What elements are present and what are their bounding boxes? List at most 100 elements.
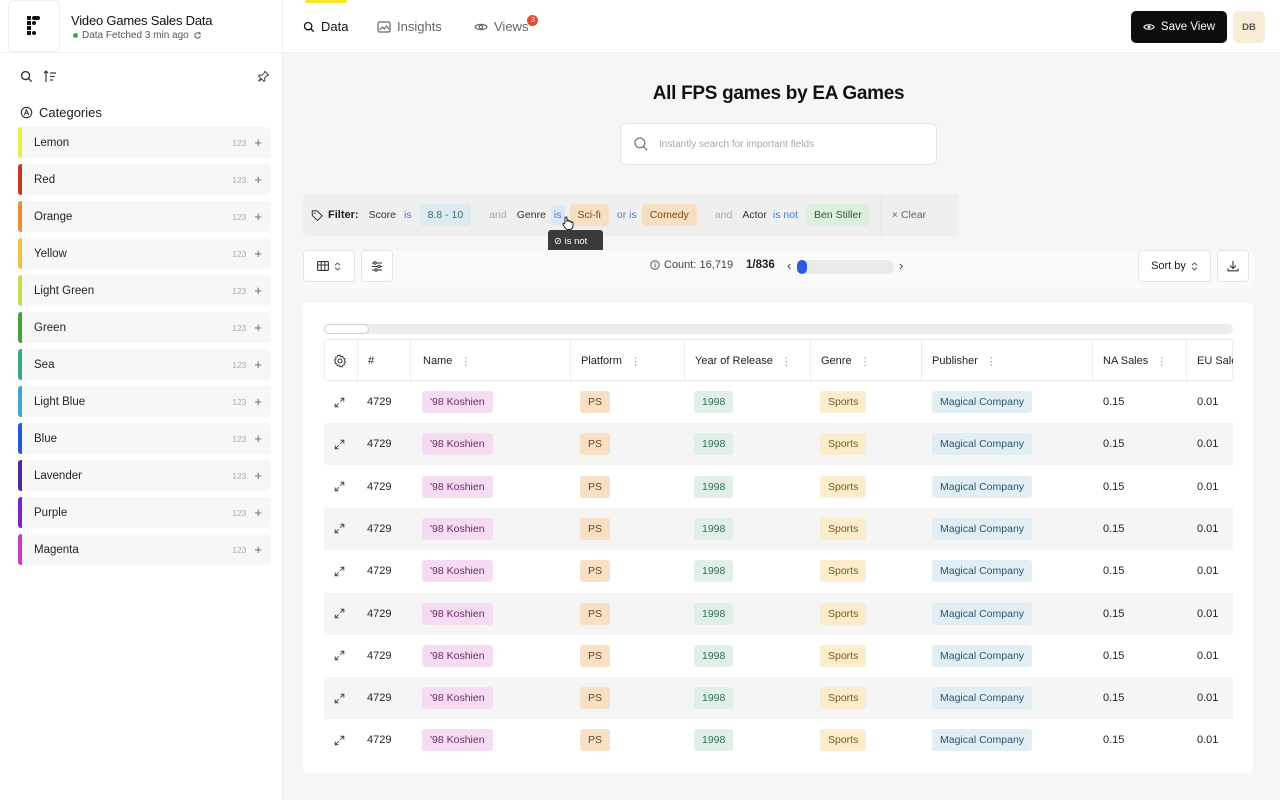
- kebab-menu-icon[interactable]: ⋮: [781, 355, 792, 368]
- expand-row-button[interactable]: [334, 508, 345, 550]
- filter-field-genre[interactable]: Genre: [517, 209, 546, 221]
- save-view-button[interactable]: Save View: [1131, 11, 1227, 43]
- column-header-genre[interactable]: Genre ⋮: [811, 340, 922, 382]
- category-item[interactable]: Orange 123 +: [18, 201, 271, 232]
- clear-filters-button[interactable]: × Clear: [880, 194, 936, 236]
- table-cell: Sports: [820, 508, 867, 550]
- filter-value-chip[interactable]: 8.8 - 10: [419, 204, 472, 226]
- plus-icon[interactable]: +: [254, 469, 262, 482]
- expand-row-button[interactable]: [334, 466, 345, 508]
- column-header-publisher[interactable]: Publisher ⋮: [922, 340, 1093, 382]
- plus-icon[interactable]: +: [254, 173, 262, 186]
- operator-option-is-not[interactable]: ⊘ is not: [554, 234, 597, 250]
- column-header-year[interactable]: Year of Release ⋮: [685, 340, 811, 382]
- column-header-name[interactable]: Name ⋮: [411, 340, 571, 382]
- pin-button[interactable]: [257, 70, 270, 86]
- plus-icon[interactable]: +: [254, 284, 262, 297]
- category-item[interactable]: Light Blue 123 +: [18, 386, 271, 417]
- column-header-id[interactable]: #: [358, 340, 411, 382]
- chevron-right-icon[interactable]: ›: [899, 258, 903, 273]
- kebab-menu-icon[interactable]: ⋮: [460, 355, 471, 368]
- plus-icon[interactable]: +: [254, 432, 262, 445]
- table-settings-button[interactable]: [325, 340, 358, 382]
- tab-views[interactable]: Views 3: [474, 15, 539, 34]
- na-sales: 0.15: [1103, 480, 1125, 493]
- category-item[interactable]: Red 123 +: [18, 164, 271, 195]
- tab-data[interactable]: Data: [303, 19, 348, 34]
- filter-operator[interactable]: is not: [773, 209, 798, 221]
- category-item[interactable]: Yellow 123 +: [18, 238, 271, 269]
- refresh-icon[interactable]: [193, 31, 202, 40]
- filter-field-actor[interactable]: Actor: [742, 209, 767, 221]
- expand-row-button[interactable]: [334, 677, 345, 719]
- category-item[interactable]: Lemon 123 +: [18, 127, 271, 158]
- search-input[interactable]: [659, 138, 919, 150]
- plus-icon[interactable]: +: [254, 506, 262, 519]
- filter-operator[interactable]: is: [404, 209, 412, 221]
- category-item[interactable]: Purple 123 +: [18, 497, 271, 528]
- kebab-menu-icon[interactable]: ⋮: [986, 355, 997, 368]
- filter-field-score[interactable]: Score: [369, 209, 396, 221]
- column-header-eu-sales[interactable]: EU Sales: [1187, 340, 1233, 382]
- column-header-na-sales[interactable]: NA Sales ⋮: [1093, 340, 1187, 382]
- view-mode-select[interactable]: [303, 250, 355, 282]
- kebab-menu-icon[interactable]: ⋮: [630, 355, 641, 368]
- kebab-menu-icon[interactable]: ⋮: [1156, 355, 1167, 368]
- category-item[interactable]: Blue 123 +: [18, 423, 271, 454]
- filter-conjunction[interactable]: and: [715, 209, 733, 221]
- publisher-chip: Magical Company: [932, 729, 1033, 752]
- category-item[interactable]: Light Green 123 +: [18, 275, 271, 306]
- search-box[interactable]: [620, 123, 937, 165]
- plus-icon[interactable]: +: [254, 395, 262, 408]
- sort-by-select[interactable]: Sort by: [1138, 250, 1211, 282]
- table-row[interactable]: 4729 '98 Koshien PS 1998 Sports Magical Compa…: [324, 550, 1233, 592]
- plus-icon[interactable]: +: [254, 543, 262, 556]
- sort-filter-icon[interactable]: [43, 70, 57, 83]
- tab-insights[interactable]: Insights: [377, 19, 442, 34]
- plus-icon[interactable]: +: [254, 247, 262, 260]
- filter-or-operator[interactable]: or is: [617, 209, 637, 221]
- plus-icon[interactable]: +: [254, 136, 262, 149]
- table-row[interactable]: 4729 '98 Koshien PS 1998 Sports Magical Compa…: [324, 507, 1233, 550]
- category-item[interactable]: Magenta 123 +: [18, 534, 271, 565]
- user-avatar[interactable]: DB: [1233, 11, 1265, 43]
- expand-row-button[interactable]: [334, 423, 345, 465]
- category-item[interactable]: Sea 123 +: [18, 349, 271, 380]
- table-row[interactable]: 4729 '98 Koshien PS 1998 Sports Magical Compa…: [324, 381, 1233, 423]
- table-row[interactable]: 4729 '98 Koshien PS 1998 Sports Magical Compa…: [324, 677, 1233, 720]
- filter-value-chip[interactable]: Comedy: [641, 204, 697, 226]
- app-logo[interactable]: [8, 0, 60, 52]
- expand-row-button[interactable]: [334, 719, 345, 761]
- app-title: Video Games Sales Data: [71, 13, 213, 28]
- page-slider-thumb[interactable]: [797, 260, 807, 274]
- table-row[interactable]: 4729 '98 Koshien PS 1998 Sports Magical Compa…: [324, 466, 1233, 508]
- expand-row-button[interactable]: [334, 550, 345, 592]
- category-item[interactable]: Green 123 +: [18, 312, 271, 343]
- filter-conjunction[interactable]: and: [489, 209, 507, 221]
- column-header-platform[interactable]: Platform ⋮: [571, 340, 685, 382]
- table-row[interactable]: 4729 '98 Koshien PS 1998 Sports Magical Compa…: [324, 635, 1233, 677]
- plus-icon[interactable]: +: [254, 358, 262, 371]
- filter-value-chip[interactable]: Ben Stiller: [805, 204, 870, 226]
- expand-row-button[interactable]: [334, 381, 345, 423]
- table-row[interactable]: 4729 '98 Koshien PS 1998 Sports Magical Compa…: [324, 592, 1233, 635]
- chevron-left-icon[interactable]: ‹: [787, 258, 791, 273]
- table-cell: 1998: [694, 381, 734, 423]
- scrollbar-thumb[interactable]: [324, 324, 370, 334]
- category-count: 123: [232, 544, 247, 555]
- search-icon[interactable]: [20, 70, 33, 83]
- category-item[interactable]: Lavender 123 +: [18, 460, 271, 491]
- expand-row-button[interactable]: [334, 635, 345, 677]
- page-slider[interactable]: [797, 260, 894, 274]
- table-row[interactable]: 4729 '98 Koshien PS 1998 Sports Magical Compa…: [324, 719, 1233, 761]
- download-button[interactable]: [1217, 250, 1249, 282]
- expand-row-button[interactable]: [334, 593, 345, 635]
- filter-value-chip[interactable]: Sci-fi: [569, 204, 609, 226]
- table-row[interactable]: 4729 '98 Koshien PS 1998 Sports Magical Compa…: [324, 423, 1233, 466]
- categories-icon: [20, 106, 33, 119]
- column-settings-button[interactable]: [361, 250, 393, 282]
- horizontal-scrollbar[interactable]: [324, 324, 1233, 334]
- kebab-menu-icon[interactable]: ⋮: [860, 355, 871, 368]
- plus-icon[interactable]: +: [254, 210, 262, 223]
- plus-icon[interactable]: +: [254, 321, 262, 334]
